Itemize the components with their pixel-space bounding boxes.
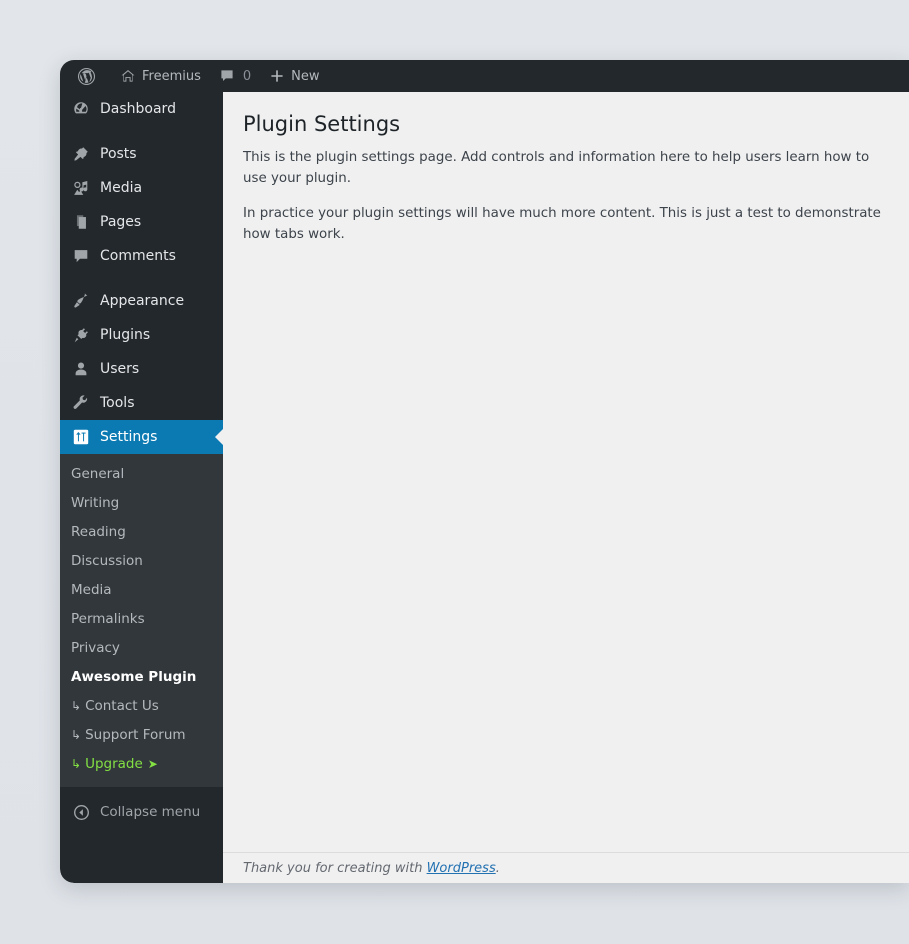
submenu-item-discussion[interactable]: Discussion bbox=[60, 547, 223, 576]
page-title: Plugin Settings bbox=[243, 112, 401, 136]
content-body: Plugin Settings This is the plugin setti… bbox=[223, 92, 909, 852]
collapse-menu-button[interactable]: Collapse menu bbox=[60, 795, 223, 829]
submenu-item-general[interactable]: General bbox=[60, 460, 223, 489]
admin-menu-list: Dashboard Posts Media Pages Comments App… bbox=[60, 92, 223, 829]
footer-text: Thank you for creating with WordPress. bbox=[243, 861, 500, 876]
pin-icon bbox=[71, 145, 91, 163]
comment-bubble-icon bbox=[71, 247, 91, 265]
wordpress-admin-window: Freemius 0 New Dashboard Posts Media Pag… bbox=[60, 60, 909, 883]
submenu-item-support-forum[interactable]: ↳ Support Forum bbox=[60, 721, 223, 750]
content-paragraph-1: This is the plugin settings page. Add co… bbox=[243, 150, 870, 187]
wordpress-link[interactable]: WordPress bbox=[427, 861, 496, 876]
content-area: Plugin Settings This is the plugin setti… bbox=[223, 92, 909, 883]
submenu-item-contact-us[interactable]: ↳ Contact Us bbox=[60, 692, 223, 721]
submenu-lead-arrow-icon: ↳ bbox=[71, 699, 82, 713]
admin-sidebar: Dashboard Posts Media Pages Comments App… bbox=[60, 92, 223, 883]
sidebar-item-posts[interactable]: Posts bbox=[60, 137, 223, 171]
sidebar-item-settings[interactable]: Settings bbox=[60, 420, 223, 454]
plus-icon bbox=[269, 68, 285, 84]
submenu-item-awesome-plugin[interactable]: Awesome Plugin bbox=[60, 663, 223, 692]
admin-footer: Thank you for creating with WordPress. bbox=[223, 852, 909, 883]
menu-separator bbox=[60, 126, 223, 137]
sidebar-item-comments[interactable]: Comments bbox=[60, 239, 223, 273]
home-icon bbox=[120, 68, 136, 84]
sidebar-item-appearance[interactable]: Appearance bbox=[60, 284, 223, 318]
collapse-arrow-left-icon bbox=[71, 804, 91, 821]
footer-prefix: Thank you for creating with bbox=[243, 860, 427, 876]
upgrade-arrow-icon: ➤ bbox=[147, 757, 158, 771]
comments-menu-item[interactable]: 0 bbox=[210, 60, 260, 92]
comment-bubble-icon bbox=[219, 68, 235, 84]
submenu-item-privacy[interactable]: Privacy bbox=[60, 634, 223, 663]
submenu-item-media[interactable]: Media bbox=[60, 576, 223, 605]
collapse-menu-label: Collapse menu bbox=[100, 804, 201, 820]
media-icon bbox=[71, 179, 91, 197]
submenu-lead-arrow-icon: ↳ bbox=[71, 728, 82, 742]
wp-logo-menu-item[interactable] bbox=[68, 60, 111, 92]
admin-bar: Freemius 0 New bbox=[60, 60, 909, 92]
wrench-icon bbox=[71, 394, 91, 412]
sidebar-item-label: Appearance bbox=[100, 293, 185, 309]
submenu-item-label: Support Forum bbox=[85, 727, 186, 743]
new-content-menu-item[interactable]: New bbox=[260, 60, 328, 92]
settings-submenu: General Writing Reading Discussion Media… bbox=[60, 454, 223, 787]
sidebar-item-label: Posts bbox=[100, 146, 137, 162]
sidebar-item-label: Dashboard bbox=[100, 101, 176, 117]
sidebar-item-media[interactable]: Media bbox=[60, 171, 223, 205]
user-icon bbox=[71, 360, 91, 378]
plug-icon bbox=[71, 326, 91, 344]
dashboard-gauge-icon bbox=[71, 100, 91, 118]
sidebar-item-label: Pages bbox=[100, 214, 142, 230]
sidebar-item-label: Comments bbox=[100, 248, 176, 264]
site-name-label: Freemius bbox=[142, 68, 201, 84]
comments-count: 0 bbox=[242, 68, 252, 84]
sidebar-item-dashboard[interactable]: Dashboard bbox=[60, 92, 223, 126]
wordpress-logo-icon bbox=[77, 67, 96, 86]
footer-suffix: . bbox=[495, 860, 500, 876]
menu-separator bbox=[60, 273, 223, 284]
paintbrush-icon bbox=[71, 292, 91, 310]
site-name-menu-item[interactable]: Freemius bbox=[111, 60, 210, 92]
sidebar-item-users[interactable]: Users bbox=[60, 352, 223, 386]
sidebar-item-pages[interactable]: Pages bbox=[60, 205, 223, 239]
sidebar-item-label: Settings bbox=[100, 429, 158, 445]
sidebar-item-label: Plugins bbox=[100, 327, 151, 343]
submenu-item-reading[interactable]: Reading bbox=[60, 518, 223, 547]
submenu-item-label: Contact Us bbox=[85, 698, 159, 714]
content-paragraph-2: In practice your plugin settings will ha… bbox=[243, 205, 881, 242]
sidebar-item-tools[interactable]: Tools bbox=[60, 386, 223, 420]
sidebar-item-plugins[interactable]: Plugins bbox=[60, 318, 223, 352]
new-content-label: New bbox=[291, 68, 320, 84]
settings-sliders-icon bbox=[71, 428, 91, 446]
submenu-item-writing[interactable]: Writing bbox=[60, 489, 223, 518]
pages-icon bbox=[71, 213, 91, 231]
submenu-item-label: Upgrade bbox=[85, 756, 143, 772]
submenu-item-upgrade[interactable]: ↳ Upgrade ➤ bbox=[60, 750, 223, 779]
sidebar-item-label: Media bbox=[100, 180, 143, 196]
submenu-item-permalinks[interactable]: Permalinks bbox=[60, 605, 223, 634]
submenu-lead-arrow-icon: ↳ bbox=[71, 757, 82, 771]
sidebar-item-label: Tools bbox=[100, 395, 135, 411]
sidebar-item-label: Users bbox=[100, 361, 140, 377]
